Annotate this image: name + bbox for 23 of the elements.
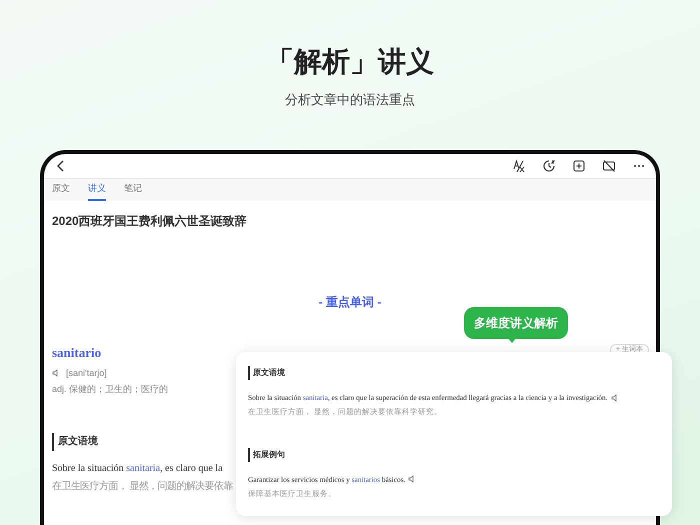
tab[interactable]: 原文: [52, 179, 70, 201]
timer-icon[interactable]: [542, 159, 556, 173]
context-translation: 在卫生医疗方面， 显然，问题的解决要依靠: [51, 480, 234, 494]
callout-bubble: 多维度讲义解析: [464, 307, 568, 339]
speaker-icon[interactable]: [52, 369, 60, 378]
hide-icon[interactable]: [602, 159, 616, 173]
speaker-icon[interactable]: [408, 475, 416, 484]
callout-pointer: [507, 337, 517, 343]
popup-heading: 原文语境: [248, 366, 660, 380]
word-term: sanitario: [51, 344, 102, 362]
popup-heading: 拓展例句: [248, 448, 660, 462]
definition: adj. 保健的；卫生的；医疗的: [51, 383, 170, 396]
tab[interactable]: 讲义: [88, 179, 106, 201]
tab[interactable]: 笔记: [124, 179, 142, 201]
translate-icon[interactable]: [512, 159, 526, 173]
phonetic: [sani'tarjo]: [66, 366, 107, 380]
section-heading: - 重点单词 -: [318, 294, 382, 311]
speaker-icon[interactable]: [610, 394, 619, 402]
context-sentence: Sobre la situación sanitaria, es claro que la: [51, 462, 224, 476]
add-icon[interactable]: [572, 159, 586, 173]
page-title: 「解析」讲义: [265, 45, 435, 79]
page-subtitle: 分析文章中的语法重点: [284, 91, 416, 109]
article-title: 2020西班牙国王费利佩六世圣诞致辞: [51, 213, 248, 230]
